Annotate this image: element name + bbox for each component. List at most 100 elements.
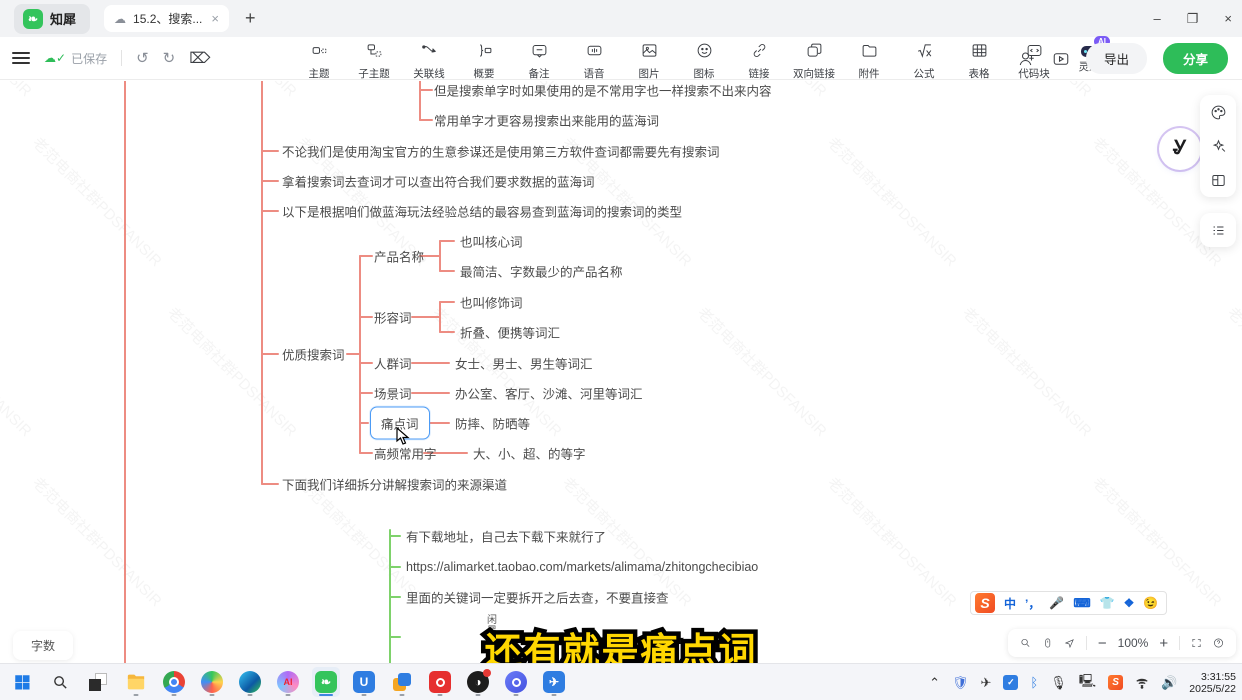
export-button[interactable]: 导出 (1086, 43, 1147, 74)
meeting-app-icon[interactable]: ✈ (540, 667, 568, 697)
task-view-icon[interactable] (84, 667, 112, 697)
ai-assistant-button[interactable]: Ꮍ (1162, 131, 1198, 167)
tool-bidirectional-link[interactable]: 双向链接 (791, 37, 837, 81)
tool-image[interactable]: 图片 (626, 37, 672, 81)
search-node-icon[interactable] (1020, 636, 1031, 650)
tray-wifi-icon[interactable] (1135, 676, 1149, 690)
ring-app-icon[interactable] (502, 667, 530, 697)
fullscreen-icon[interactable] (1191, 636, 1202, 650)
collaborate-icon[interactable] (1018, 50, 1036, 68)
restore-button[interactable]: ❐ (1187, 11, 1199, 27)
chrome-icon[interactable] (160, 667, 188, 697)
tray-microphone-icon[interactable]: 🎙 (1050, 675, 1067, 691)
tool-topic[interactable]: 主题 (296, 37, 342, 81)
tray-bluetooth-icon[interactable]: ᛒ (1030, 675, 1038, 690)
tool-subtopic[interactable]: 子主题 (351, 37, 397, 81)
mindmap-node[interactable]: 折叠、便携等词汇 (460, 323, 560, 342)
share-button[interactable]: 分享 (1163, 43, 1228, 74)
tray-sogou-icon[interactable]: S (1108, 675, 1123, 690)
mindmap-node[interactable]: https://alimarket.taobao.com/markets/ali… (406, 560, 758, 574)
tray-telegram-icon[interactable]: ✈ (981, 675, 992, 691)
close-button[interactable]: × (1224, 11, 1232, 26)
tool-link[interactable]: 链接 (736, 37, 782, 81)
tool-table[interactable]: 表格 (956, 37, 1002, 81)
pointer-mode-icon[interactable] (1064, 636, 1075, 650)
mindmap-node[interactable]: 不论我们是使用淘宝官方的生意参谋还是使用第三方软件查词都需要先有搜索词 (282, 142, 720, 161)
mindmap-node[interactable]: 也叫修饰词 (460, 293, 523, 312)
mindmap-node[interactable]: 场景词 (374, 384, 412, 403)
tray-volume-icon[interactable]: 🔊 (1161, 675, 1177, 691)
ime-emoji-icon[interactable]: 😉 (1143, 596, 1158, 610)
tool-emoji[interactable]: 图标 (681, 37, 727, 81)
obs-icon[interactable]: ◑ (464, 667, 492, 697)
tray-shield-icon[interactable]: 🛡 (952, 675, 969, 691)
ime-toolbox-icon[interactable]: ❖ (1124, 596, 1135, 610)
tab-close-icon[interactable]: × (211, 11, 219, 26)
tool-formula[interactable]: 公式 (901, 37, 947, 81)
undo-icon[interactable]: ↺ (136, 49, 149, 67)
outline-list-icon[interactable] (1200, 213, 1236, 247)
mindmap-node[interactable]: 高频常用字 (374, 444, 437, 463)
mindmap-node[interactable]: 最简洁、字数最少的产品名称 (460, 262, 623, 281)
ime-skin-icon[interactable]: 👕 (1100, 596, 1115, 610)
tool-voice[interactable]: 语音 (571, 37, 617, 81)
ime-keyboard-icon[interactable]: ⌨ (1073, 596, 1090, 610)
word-count-badge[interactable]: 字数 (13, 631, 73, 660)
tray-audio-device-icon[interactable]: 🖳 (1079, 672, 1096, 694)
ai-app-icon[interactable]: AI (274, 667, 302, 697)
zoom-level[interactable]: 100% (1118, 636, 1149, 650)
mindmap-node[interactable]: 但是搜索单字时如果使用的是不常用字也一样搜索不出来内容 (434, 81, 772, 100)
help-icon[interactable] (1213, 636, 1224, 650)
tray-chevron-icon[interactable]: ⌃ (929, 675, 940, 691)
mindmap-node[interactable]: 优质搜索词 (282, 345, 345, 364)
tray-sync-check-icon[interactable]: ✓ (1003, 675, 1018, 690)
start-button[interactable] (8, 667, 36, 697)
layout-structure-icon[interactable] (1200, 163, 1236, 197)
zoom-in-button[interactable]: + (1159, 635, 1168, 652)
mindmap-node[interactable]: 有下载地址，自己去下载下来就行了 (406, 527, 606, 546)
mindmap-node[interactable]: 拿着搜索词去查词才可以查出符合我们要求数据的蓝海词 (282, 172, 595, 191)
taskbar-search-icon[interactable] (46, 667, 74, 697)
recorder-app-icon[interactable] (426, 667, 454, 697)
ime-toolbar[interactable]: S 中 ’， 🎤 ⌨ 👕 ❖ 😉 (970, 591, 1167, 615)
mindmap-node[interactable]: 也叫核心词 (460, 232, 523, 251)
mindmap-node[interactable]: 以下是根据咱们做蓝海玩法经验总结的最容易查到蓝海词的搜索词的类型 (282, 202, 682, 221)
tray-clock[interactable]: 3:31:55 2025/5/22 (1189, 671, 1236, 695)
zoom-out-button[interactable]: − (1098, 635, 1107, 652)
mindmap-node[interactable]: 防摔、防晒等 (455, 414, 530, 433)
edge-icon[interactable] (236, 667, 264, 697)
app-u-icon[interactable]: U (350, 667, 378, 697)
mouse-mode-icon[interactable] (1042, 636, 1053, 650)
video-tutorial-icon[interactable] (1052, 50, 1070, 68)
mindmap-node[interactable]: 里面的关键词一定要拆开之后去查，不要直接查 (406, 588, 669, 607)
mindmap-node[interactable]: 人群词 (374, 354, 412, 373)
mindmap-node[interactable]: 形容词 (374, 308, 412, 327)
ime-punctuation[interactable]: ’， (1025, 595, 1040, 612)
ime-mic-icon[interactable]: 🎤 (1049, 596, 1064, 610)
mindmap-node[interactable]: 常用单字才更容易搜索出来能用的蓝海词 (434, 111, 659, 130)
mindmap-node[interactable]: 办公室、客厅、沙滩、河里等词汇 (455, 384, 643, 403)
new-tab-button[interactable]: + (245, 8, 256, 29)
menu-button[interactable] (12, 52, 30, 64)
tool-note[interactable]: 备注 (516, 37, 562, 81)
redo-icon[interactable]: ↻ (163, 49, 176, 67)
ime-mode-chinese[interactable]: 中 (1004, 595, 1016, 612)
mindmap-node[interactable]: 产品名称 (374, 247, 424, 266)
app-squares-icon[interactable] (388, 667, 416, 697)
document-tab[interactable]: ☁ 15.2、搜索... × (104, 5, 229, 32)
tool-relation-line[interactable]: 关联线 (406, 37, 452, 81)
app-home-button[interactable]: ❧ 知犀 (14, 4, 90, 34)
zhixi-app-icon[interactable]: ❧ (312, 667, 340, 697)
tool-attachment[interactable]: 附件 (846, 37, 892, 81)
minimize-button[interactable]: – (1154, 11, 1161, 26)
theme-style-icon[interactable] (1200, 95, 1236, 129)
browser-360-icon[interactable] (198, 667, 226, 697)
sogou-logo-icon[interactable]: S (975, 593, 995, 613)
magic-beautify-icon[interactable] (1200, 129, 1236, 163)
tool-summary[interactable]: 概要 (461, 37, 507, 81)
mindmap-node[interactable]: 下面我们详细拆分讲解搜索词的来源渠道 (282, 475, 507, 494)
file-explorer-icon[interactable] (122, 667, 150, 697)
mindmap-node[interactable]: 女士、男士、男生等词汇 (455, 354, 593, 373)
mindmap-canvas[interactable]: 老范电商社群PDSFANSIR老范电商社群PDSFANSIR老范电商社群PDSF… (0, 81, 1242, 663)
format-painter-icon[interactable]: ⌦ (189, 49, 210, 67)
